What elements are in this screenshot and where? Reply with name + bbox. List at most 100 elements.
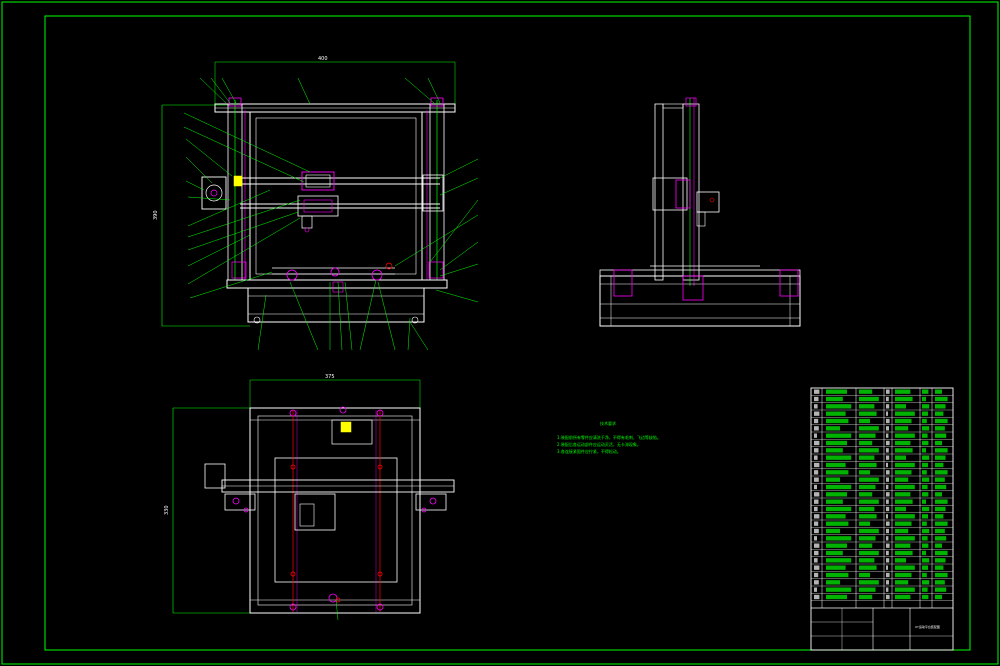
- bom-cell-text: [935, 477, 945, 482]
- bom-cell-text: [814, 433, 817, 438]
- bom-cell-text: [814, 470, 819, 475]
- bom-cell-text: [859, 433, 876, 438]
- bom-cell-text: [895, 499, 913, 504]
- bom-cell-text: [814, 572, 819, 578]
- bom-cell-text: [886, 543, 890, 548]
- front-height-dim: 390: [153, 210, 159, 220]
- bom-cell-text: [886, 411, 888, 416]
- bom-cell-text: [814, 484, 817, 490]
- bom-cell-text: [814, 448, 819, 453]
- bom-cell-text: [895, 528, 909, 534]
- bom-cell-text: [886, 484, 889, 490]
- bom-cell-text: [895, 433, 915, 438]
- bom-cell-text: [895, 484, 915, 490]
- bom-cell-text: [935, 506, 946, 512]
- bom-cell-text: [935, 448, 948, 453]
- bom-cell-text: [814, 462, 820, 468]
- bom-cell-text: [886, 389, 890, 394]
- bom-cell-text: [859, 470, 870, 475]
- bom-cell-text: [935, 411, 944, 416]
- bom-cell-text: [886, 396, 889, 402]
- bom-cell-text: [859, 396, 879, 402]
- bom-cell-text: [895, 536, 915, 541]
- bom-cell-text: [826, 448, 843, 453]
- bom-cell-text: [859, 528, 879, 534]
- bom-cell-text: [886, 448, 889, 453]
- bom-cell-text: [895, 426, 909, 431]
- bom-cell-text: [895, 514, 915, 519]
- bom-cell-text: [859, 587, 876, 592]
- bom-cell-text: [859, 594, 873, 600]
- notes-line-2: 2.装配后各运动部件应运动灵活，无卡滞现象。: [557, 441, 641, 447]
- bom-cell-text: [935, 462, 944, 468]
- bom-cell-text: [895, 418, 912, 424]
- bom-cell-text: [814, 506, 818, 512]
- bom-cell-text: [826, 426, 840, 431]
- bom-cell-text: [886, 418, 890, 424]
- front-width-dim: 400: [318, 56, 328, 62]
- bom-cell-text: [826, 440, 847, 446]
- bom-cell-text: [859, 448, 879, 453]
- cad-drawing-sheet: 400 390 375 330 技术要求 1.装配前所有零件应清洗干净，不得有毛…: [0, 0, 1000, 666]
- bom-cell-text: [814, 587, 817, 592]
- bom-cell-text: [895, 565, 915, 570]
- bom-cell-text: [935, 514, 944, 519]
- bom-cell-text: [859, 477, 879, 482]
- bom-cell-text: [859, 455, 875, 460]
- bom-cell-text: [895, 543, 911, 548]
- bom-cell-text: [886, 440, 890, 446]
- bom-cell-text: [859, 543, 873, 548]
- bom-cell-text: [922, 528, 930, 534]
- bom-cell-text: [935, 594, 942, 600]
- drawing-name: XY运动平台装配图: [915, 624, 940, 629]
- bom-cell-text: [886, 587, 889, 592]
- bom-cell-text: [895, 550, 913, 556]
- bom-cell-text: [886, 477, 889, 482]
- bom-cell-text: [826, 521, 849, 526]
- bom-cell-text: [935, 455, 946, 460]
- bom-cell-text: [859, 550, 879, 556]
- bom-cell-text: [895, 558, 906, 563]
- bom-cell-text: [935, 521, 948, 526]
- bom-cell-text: [922, 499, 926, 504]
- bom-cell-text: [895, 440, 911, 446]
- bom-cell-text: [826, 389, 847, 394]
- bom-cell-text: [886, 550, 889, 556]
- bom-cell-text: [922, 411, 928, 416]
- bom-cell-text: [922, 506, 930, 512]
- bom-cell-text: [935, 426, 945, 431]
- bom-cell-text: [814, 521, 819, 526]
- bom-cell-text: [826, 492, 847, 497]
- bom-cell-text: [814, 440, 820, 446]
- bom-cell-text: [922, 418, 927, 424]
- bom-cell-text: [814, 514, 820, 519]
- bom-cell-text: [935, 558, 946, 563]
- bom-cell-text: [922, 558, 930, 563]
- bom-cell-text: [826, 433, 852, 438]
- bom-cell-text: [935, 499, 948, 504]
- bom-cell-text: [922, 404, 930, 409]
- bom-cell-text: [826, 550, 843, 556]
- bom-cell-text: [922, 470, 927, 475]
- bom-cell-text: [935, 565, 944, 570]
- bom-cell-text: [886, 462, 888, 468]
- bom-cell-text: [935, 536, 947, 541]
- bom-cell-text: [935, 433, 947, 438]
- bom-cell-text: [826, 580, 840, 585]
- bom-cell-text: [895, 470, 912, 475]
- bom-cell-text: [826, 594, 847, 600]
- top-view: 375 330: [164, 374, 455, 621]
- bom-cell-text: [922, 492, 929, 497]
- notes-title: 技术要求: [600, 420, 616, 426]
- bom-cell-text: [895, 448, 913, 453]
- bom-cell-text: [895, 587, 915, 592]
- bom-cell-text: [859, 521, 870, 526]
- bom-cell-text: [859, 389, 873, 394]
- bom-cell-text: [814, 492, 820, 497]
- bom-cell-text: [895, 477, 909, 482]
- bom-cell-text: [895, 506, 906, 512]
- bom-cell-text: [814, 580, 819, 585]
- bom-cell-text: [922, 580, 930, 585]
- bom-cell-text: [895, 404, 906, 409]
- bom-cell-text: [935, 396, 948, 402]
